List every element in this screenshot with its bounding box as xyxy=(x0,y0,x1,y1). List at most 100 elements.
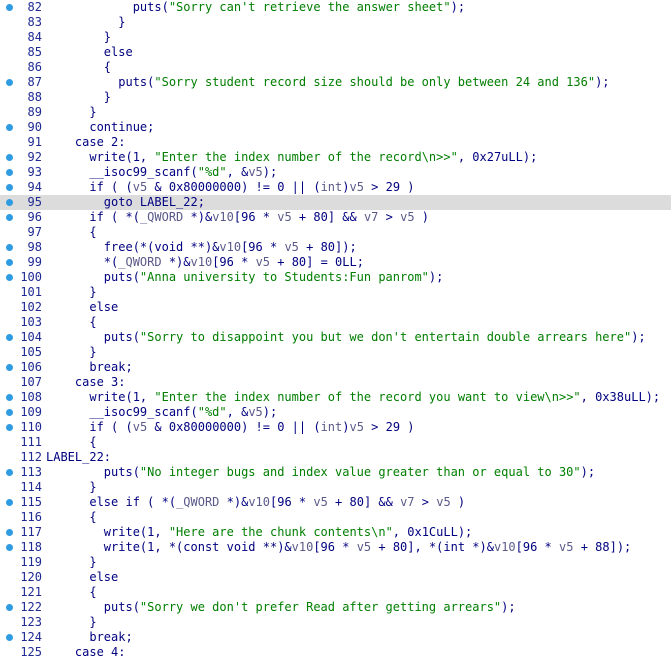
breakpoint-dot-icon[interactable] xyxy=(6,529,13,536)
code-line[interactable]: 107 case 3: xyxy=(0,375,671,390)
breakpoint-dot-icon[interactable] xyxy=(6,214,13,221)
breakpoint-dot-icon[interactable] xyxy=(6,499,13,506)
identifier: int xyxy=(320,180,343,194)
code-text: LABEL_22: xyxy=(46,450,111,465)
code-text: else xyxy=(46,300,118,315)
pseudocode-view[interactable]: 82 puts("Sorry can't retrieve the answer… xyxy=(0,0,671,664)
code-text: } xyxy=(46,615,96,630)
code-line[interactable]: 125 case 4: xyxy=(0,645,671,660)
line-number: 125 xyxy=(20,645,42,659)
code-line[interactable]: 98 free(*(void **)&v10[96 * v5 + 80]); xyxy=(0,240,671,255)
code-token: + 80], *(int *)& xyxy=(371,540,494,554)
breakpoint-dot-icon[interactable] xyxy=(6,154,13,161)
code-token: } xyxy=(89,105,97,119)
code-line[interactable]: 85 else xyxy=(0,45,671,60)
line-number: 85 xyxy=(27,45,42,59)
breakpoint-dot-icon[interactable] xyxy=(6,79,13,86)
code-line[interactable]: 110 if ( (v5 & 0x80000000) != 0 || (int)… xyxy=(0,420,671,435)
code-token: puts( xyxy=(103,270,140,284)
line-number: 106 xyxy=(20,360,42,374)
code-line[interactable]: 124 break; xyxy=(0,630,671,645)
code-token: puts( xyxy=(118,75,155,89)
breakpoint-dot-icon[interactable] xyxy=(6,259,13,266)
code-line[interactable]: 90 continue; xyxy=(0,120,671,135)
line-number: 121 xyxy=(20,585,42,599)
code-line[interactable]: 88 } xyxy=(0,90,671,105)
code-line[interactable]: 121 { xyxy=(0,585,671,600)
identifier: v5 xyxy=(132,180,148,194)
code-line[interactable]: 93 __isoc99_scanf("%d", &v5); xyxy=(0,165,671,180)
breakpoint-dot-icon[interactable] xyxy=(6,184,13,191)
code-line[interactable]: 108 write(1, "Enter the index number of … xyxy=(0,390,671,405)
breakpoint-dot-icon[interactable] xyxy=(6,424,13,431)
code-token: [96 * xyxy=(212,255,256,269)
code-token: break; xyxy=(89,630,133,644)
code-token: ); xyxy=(631,330,646,344)
code-line[interactable]: 122 puts("Sorry we don't prefer Read aft… xyxy=(0,600,671,615)
code-line[interactable]: 104 puts("Sorry to disappoint you but we… xyxy=(0,330,671,345)
code-token: + 80] && xyxy=(327,495,401,509)
code-line[interactable]: 99 *(_QWORD *)&v10[96 * v5 + 80] = 0LL; xyxy=(0,255,671,270)
breakpoint-dot-icon[interactable] xyxy=(6,604,13,611)
breakpoint-dot-icon[interactable] xyxy=(6,169,13,176)
breakpoint-dot-icon[interactable] xyxy=(6,634,13,641)
code-line[interactable]: 106 break; xyxy=(0,360,671,375)
breakpoint-dot-icon[interactable] xyxy=(6,334,13,341)
code-line[interactable]: 117 write(1, "Here are the chunk content… xyxy=(0,525,671,540)
code-text: write(1, "Enter the index number of the … xyxy=(46,390,660,405)
code-line[interactable]: 89 } xyxy=(0,105,671,120)
code-line[interactable]: 113 puts("No integer bugs and index valu… xyxy=(0,465,671,480)
breakpoint-dot-icon[interactable] xyxy=(6,199,13,206)
code-line[interactable]: 83 } xyxy=(0,15,671,30)
breakpoint-dot-icon[interactable] xyxy=(6,364,13,371)
line-number: 92 xyxy=(27,150,42,164)
identifier: v7 xyxy=(400,495,415,509)
breakpoint-dot-icon[interactable] xyxy=(6,124,13,131)
breakpoint-dot-icon[interactable] xyxy=(6,274,13,281)
line-number: 122 xyxy=(20,600,42,614)
code-line[interactable]: 96 if ( *(_QWORD *)&v10[96 * v5 + 80] &&… xyxy=(0,210,671,225)
code-line[interactable]: 103 { xyxy=(0,315,671,330)
code-line[interactable]: 105 } xyxy=(0,345,671,360)
code-token: } xyxy=(103,90,112,104)
line-number: 87 xyxy=(27,75,42,89)
code-line[interactable]: 100 puts("Anna university to Students:Fu… xyxy=(0,270,671,285)
code-text: else if ( *(_QWORD *)&v10[96 * v5 + 80] … xyxy=(46,495,465,510)
code-line[interactable]: 95 goto LABEL_22; xyxy=(0,195,671,210)
breakpoint-dot-icon[interactable] xyxy=(6,544,13,551)
breakpoint-dot-icon[interactable] xyxy=(6,409,13,416)
code-line[interactable]: 114 } xyxy=(0,480,671,495)
breakpoint-dot-icon[interactable] xyxy=(6,244,13,251)
code-line[interactable]: 115 else if ( *(_QWORD *)&v10[96 * v5 + … xyxy=(0,495,671,510)
breakpoint-dot-icon[interactable] xyxy=(6,394,13,401)
code-line[interactable]: 92 write(1, "Enter the index number of t… xyxy=(0,150,671,165)
code-line[interactable]: 123 } xyxy=(0,615,671,630)
code-line[interactable]: 86 { xyxy=(0,60,671,75)
code-token: > 29 ) xyxy=(363,420,415,434)
identifier: v10 xyxy=(248,495,271,509)
code-token: } xyxy=(89,480,97,494)
code-line[interactable]: 111 { xyxy=(0,435,671,450)
identifier: v10 xyxy=(190,255,213,269)
line-number: 124 xyxy=(20,630,42,644)
code-line[interactable]: 119 } xyxy=(0,555,671,570)
breakpoint-dot-icon[interactable] xyxy=(6,4,13,11)
code-line[interactable]: 91 case 2: xyxy=(0,135,671,150)
code-line[interactable]: 120 else xyxy=(0,570,671,585)
code-line[interactable]: 87 puts("Sorry student record size shoul… xyxy=(0,75,671,90)
line-number: 90 xyxy=(27,120,42,134)
breakpoint-dot-icon[interactable] xyxy=(6,469,13,476)
code-line[interactable]: 109 __isoc99_scanf("%d", &v5); xyxy=(0,405,671,420)
code-line[interactable]: 82 puts("Sorry can't retrieve the answer… xyxy=(0,0,671,15)
code-line[interactable]: 112 LABEL_22: xyxy=(0,450,671,465)
code-line[interactable]: 84 } xyxy=(0,30,671,45)
code-line[interactable]: 94 if ( (v5 & 0x80000000) != 0 || (int)v… xyxy=(0,180,671,195)
line-number: 112 xyxy=(20,450,42,464)
code-line[interactable]: 101 } xyxy=(0,285,671,300)
code-text: case 3: xyxy=(46,375,126,390)
code-line[interactable]: 116 { xyxy=(0,510,671,525)
code-line[interactable]: 97 { xyxy=(0,225,671,240)
code-token: case 2: xyxy=(74,135,126,149)
code-line[interactable]: 102 else xyxy=(0,300,671,315)
code-line[interactable]: 118 write(1, *(const void **)&v10[96 * v… xyxy=(0,540,671,555)
